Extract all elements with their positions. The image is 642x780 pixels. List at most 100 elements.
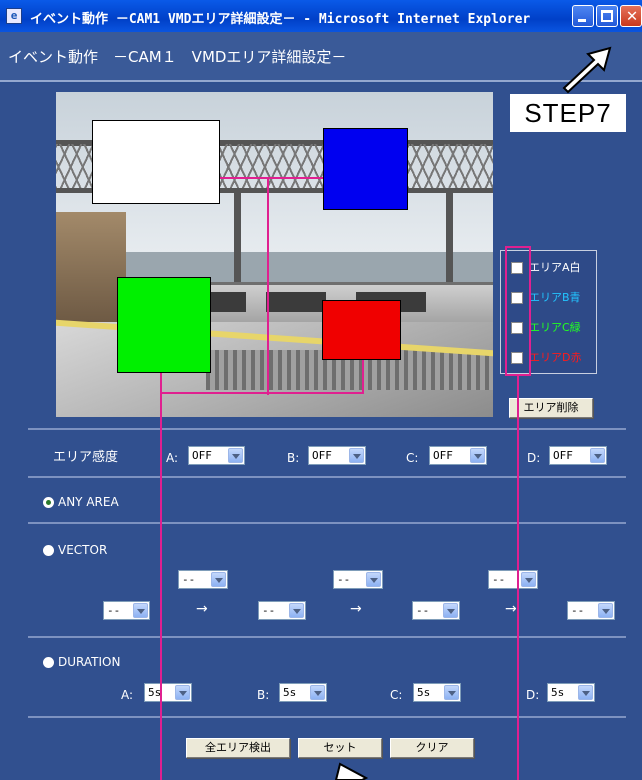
minimize-button[interactable]	[572, 5, 594, 27]
sensitivity-d-value: OFF	[553, 449, 573, 462]
duration-c-select[interactable]: 5s	[413, 683, 461, 702]
chevron-down-icon	[590, 448, 605, 463]
duration-a-select[interactable]: 5s	[144, 683, 192, 702]
legend-item-a[interactable]: エリアA白	[511, 260, 581, 278]
vector-arrow-2: →	[350, 601, 362, 617]
maximize-button[interactable]	[596, 5, 618, 27]
area-legend: エリアA白 エリアB青 エリアC緑 エリアD赤	[500, 250, 597, 374]
duration-b-value: 5s	[283, 686, 297, 699]
close-button[interactable]: ✕	[620, 5, 642, 27]
duration-label: DURATION	[58, 655, 121, 669]
vector-bottom-value-4: --	[571, 604, 585, 617]
chevron-down-icon	[366, 572, 381, 587]
annotation-line	[529, 246, 531, 376]
duration-radio[interactable]	[43, 657, 54, 668]
chevron-down-icon	[444, 685, 459, 700]
sensitivity-a-prefix: A:	[166, 451, 179, 465]
annotation-line	[517, 374, 519, 780]
vector-top-value-1: --	[182, 573, 196, 586]
image-building	[56, 212, 126, 322]
area-c-checkbox[interactable]	[511, 322, 523, 334]
legend-item-b[interactable]: エリアB青	[511, 290, 581, 308]
vector-top-select-3[interactable]: --	[488, 570, 538, 589]
chevron-down-icon	[228, 448, 243, 463]
connector-line	[220, 177, 323, 179]
area-a-white[interactable]	[92, 120, 220, 204]
vector-label: VECTOR	[58, 543, 108, 557]
vector-bottom-select-4[interactable]: --	[567, 601, 615, 620]
area-b-blue[interactable]	[323, 128, 408, 210]
pointer-arrow-icon	[334, 762, 369, 780]
chevron-down-icon	[598, 603, 613, 618]
divider	[28, 428, 626, 430]
sensitivity-label: エリア感度	[53, 450, 119, 465]
any-area-radio[interactable]	[43, 497, 54, 508]
area-d-checkbox[interactable]	[511, 352, 523, 364]
ie-icon: e	[6, 8, 22, 24]
chevron-down-icon	[470, 448, 485, 463]
annotation-line	[505, 246, 507, 376]
duration-a-prefix: A:	[121, 688, 134, 702]
duration-d-value: 5s	[551, 686, 565, 699]
window-title: イベント動作 －CAM1 VMDエリア詳細設定－ - Microsoft Int…	[30, 12, 531, 27]
chevron-down-icon	[578, 685, 593, 700]
page-header: イベント動作 －CAM１ VMDエリア詳細設定－	[0, 32, 642, 82]
step7-label: STEP7	[510, 94, 626, 132]
vector-top-select-2[interactable]: --	[333, 570, 383, 589]
step-arrow-icon	[562, 46, 612, 94]
chevron-down-icon	[310, 685, 325, 700]
sensitivity-b-value: OFF	[312, 449, 332, 462]
delete-area-button[interactable]: エリア削除	[509, 398, 593, 418]
legend-label-a: エリアA白	[529, 261, 581, 274]
camera-image[interactable]	[56, 92, 493, 417]
vector-bottom-select-1[interactable]: --	[103, 601, 150, 620]
close-icon: ✕	[626, 5, 638, 26]
chevron-down-icon	[211, 572, 226, 587]
sensitivity-b-select[interactable]: OFF	[308, 446, 366, 465]
area-d-red[interactable]	[322, 300, 401, 360]
chevron-down-icon	[133, 603, 148, 618]
sensitivity-a-value: OFF	[192, 449, 212, 462]
divider	[28, 636, 626, 638]
vector-top-value-2: --	[337, 573, 351, 586]
duration-c-value: 5s	[417, 686, 431, 699]
sensitivity-c-select[interactable]: OFF	[429, 446, 487, 465]
vector-top-select-1[interactable]: --	[178, 570, 228, 589]
divider	[28, 522, 626, 524]
sensitivity-c-prefix: C:	[406, 451, 419, 465]
vector-arrow-1: →	[196, 601, 208, 617]
duration-d-select[interactable]: 5s	[547, 683, 595, 702]
vector-bottom-value-3: --	[416, 604, 430, 617]
legend-item-c[interactable]: エリアC緑	[511, 320, 581, 338]
area-a-checkbox[interactable]	[511, 262, 523, 274]
vector-bottom-select-2[interactable]: --	[258, 601, 306, 620]
page-title: イベント動作 －CAM１ VMDエリア詳細設定－	[8, 48, 347, 66]
legend-item-d[interactable]: エリアD赤	[511, 350, 581, 368]
chevron-down-icon	[521, 572, 536, 587]
sensitivity-c-value: OFF	[433, 449, 453, 462]
maximize-icon	[601, 10, 613, 22]
duration-b-select[interactable]: 5s	[279, 683, 327, 702]
clear-button[interactable]: クリア	[390, 738, 474, 758]
annotation-line	[505, 246, 531, 248]
legend-label-b: エリアB青	[529, 291, 581, 304]
sensitivity-a-select[interactable]: OFF	[188, 446, 245, 465]
chevron-down-icon	[175, 685, 190, 700]
vector-bottom-select-3[interactable]: --	[412, 601, 460, 620]
detect-all-areas-button[interactable]: 全エリア検出	[186, 738, 290, 758]
duration-b-prefix: B:	[257, 688, 270, 702]
divider	[28, 476, 626, 478]
connector-line	[362, 360, 364, 394]
sensitivity-d-select[interactable]: OFF	[549, 446, 607, 465]
vector-radio[interactable]	[43, 545, 54, 556]
any-area-label: ANY AREA	[58, 495, 119, 509]
connector-line	[160, 392, 363, 394]
vector-top-value-3: --	[492, 573, 506, 586]
vector-arrow-3: →	[505, 601, 517, 617]
set-button[interactable]: セット	[298, 738, 382, 758]
sensitivity-d-prefix: D:	[527, 451, 541, 465]
area-b-checkbox[interactable]	[511, 292, 523, 304]
chevron-down-icon	[289, 603, 304, 618]
area-c-green[interactable]	[117, 277, 211, 373]
legend-label-d: エリアD赤	[529, 351, 582, 364]
